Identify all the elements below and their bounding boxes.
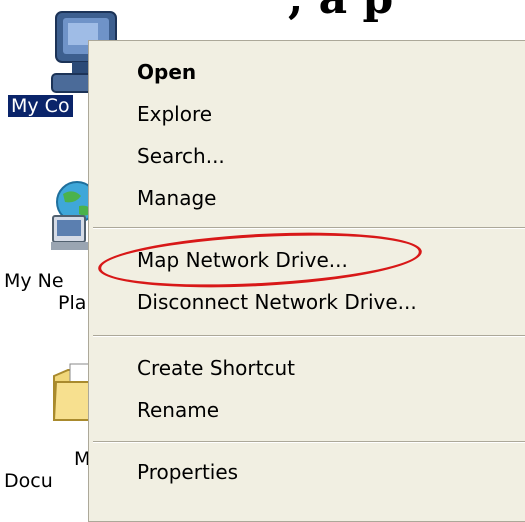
- menu-separator: [93, 335, 525, 337]
- my-computer-label[interactable]: My Co: [8, 95, 73, 117]
- my-network-places-label-line2[interactable]: Pla: [58, 292, 86, 314]
- menu-item-manage[interactable]: Manage: [137, 179, 216, 217]
- context-menu: Open Explore Search... Manage Map Networ…: [88, 40, 525, 522]
- menu-separator: [93, 227, 525, 229]
- menu-item-open[interactable]: Open: [137, 53, 196, 91]
- my-network-places-label-line1[interactable]: My Ne: [4, 270, 64, 292]
- menu-item-disconnect-network-drive[interactable]: Disconnect Network Drive...: [137, 283, 417, 321]
- menu-item-create-shortcut[interactable]: Create Shortcut: [137, 349, 295, 387]
- cropped-heading-text: , a p: [288, 0, 393, 24]
- menu-item-properties[interactable]: Properties: [137, 453, 238, 491]
- my-documents-label-line2[interactable]: Docu: [4, 470, 53, 492]
- menu-item-explore[interactable]: Explore: [137, 95, 212, 133]
- menu-item-rename[interactable]: Rename: [137, 391, 219, 429]
- menu-item-search[interactable]: Search...: [137, 137, 225, 175]
- menu-separator: [93, 441, 525, 443]
